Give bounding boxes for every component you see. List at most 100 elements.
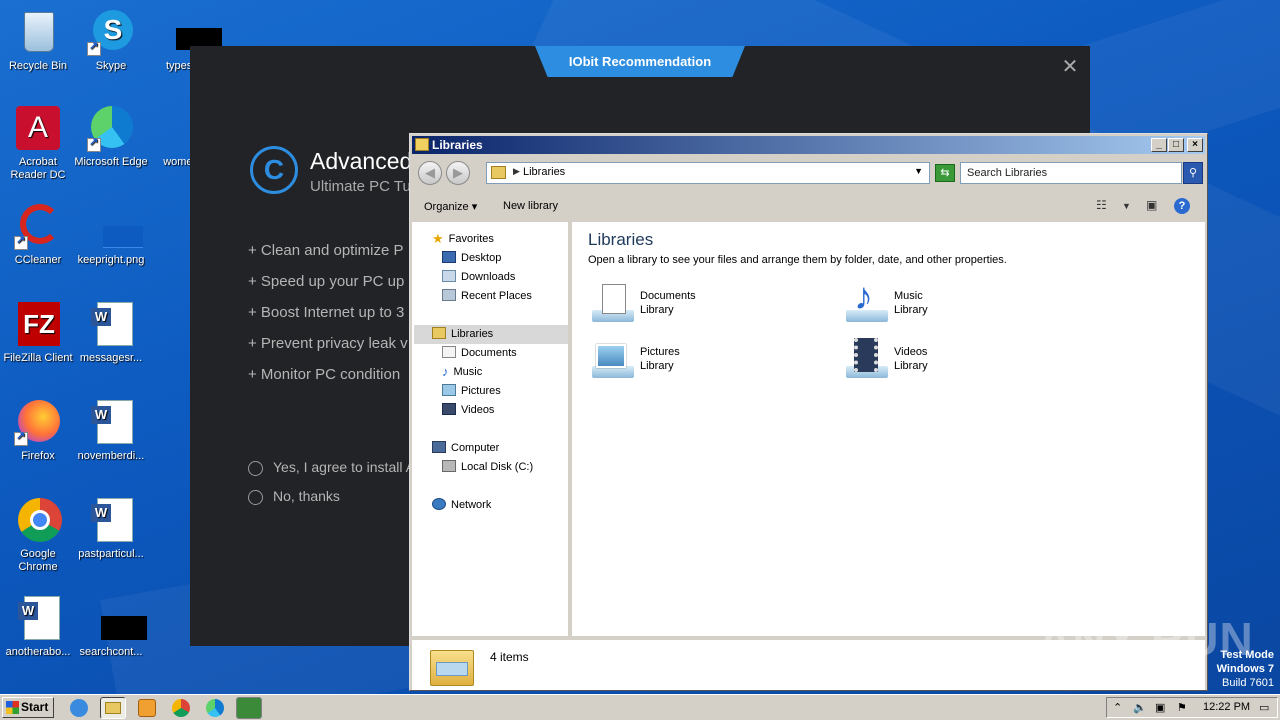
volume-icon[interactable]: 🔈 — [1133, 701, 1147, 714]
word-document-icon: W — [87, 300, 135, 348]
desktop-icon-firefox[interactable]: Firefox — [0, 398, 76, 463]
library-name: Music — [894, 290, 923, 302]
start-button[interactable]: Start — [2, 697, 54, 718]
internet-explorer-icon[interactable] — [70, 699, 88, 717]
window-titlebar[interactable]: Libraries _ □ × — [412, 136, 1205, 154]
pictures-icon — [442, 384, 456, 397]
desktop-icon-label: Microsoft Edge — [74, 156, 148, 168]
nav-item-documents[interactable]: Documents — [442, 344, 517, 363]
desktop-icon-edge[interactable]: Microsoft Edge — [73, 104, 149, 169]
explorer-taskbar-button[interactable] — [100, 697, 126, 719]
clock[interactable]: 12:22 PM — [1203, 701, 1250, 713]
show-desktop-icon[interactable]: ▭ — [1259, 701, 1269, 714]
minimize-button[interactable]: _ — [1151, 138, 1167, 152]
preview-pane-icon[interactable]: ▣ — [1146, 198, 1157, 214]
maximize-button[interactable]: □ — [1168, 138, 1184, 152]
library-documents[interactable]: Documents Library — [588, 282, 818, 328]
address-bar[interactable]: ▶ Libraries ▼ — [486, 162, 930, 184]
chrome-icon[interactable] — [172, 699, 190, 717]
close-button[interactable]: × — [1187, 138, 1203, 152]
library-pictures[interactable]: Pictures Library — [588, 338, 818, 384]
installer-taskbar-button[interactable] — [236, 697, 262, 719]
nav-item-videos[interactable]: Videos — [442, 401, 494, 420]
word-document-icon: W — [87, 398, 135, 446]
pictures-library-icon — [588, 338, 634, 382]
desktop-icon-ccleaner[interactable]: CCleaner — [0, 202, 76, 267]
media-player-icon[interactable] — [138, 699, 156, 717]
dialog-title: IObit Recommendation — [535, 46, 745, 77]
nav-item-music[interactable]: ♪ Music — [442, 363, 482, 382]
advanced-systemcare-logo-icon: C — [250, 146, 298, 194]
edge-icon[interactable] — [206, 699, 224, 717]
libraries-folder-icon — [415, 138, 429, 151]
flag-icon[interactable]: ⚑ — [1177, 701, 1187, 714]
breadcrumb-arrow-icon[interactable]: ▶ — [513, 166, 520, 177]
chevron-up-icon[interactable]: ⌃ — [1113, 701, 1122, 714]
search-input[interactable]: Search Libraries — [960, 162, 1182, 184]
search-icon[interactable]: ⚲ — [1183, 162, 1203, 184]
ccleaner-icon — [14, 202, 62, 250]
test-mode-line: Test Mode — [1220, 649, 1274, 661]
desktop-icon-keepright[interactable]: keepright.png — [73, 202, 149, 267]
nav-item-pictures[interactable]: Pictures — [442, 382, 501, 401]
nav-label: Videos — [461, 404, 495, 416]
nav-item-desktop[interactable]: Desktop — [442, 249, 501, 268]
radio-button[interactable] — [248, 489, 263, 505]
desktop-icon-skype[interactable]: S Skype — [73, 8, 149, 73]
desktop-icon-messagesr[interactable]: W messagesr... — [73, 300, 149, 365]
network-icon — [432, 498, 446, 511]
image-file-icon — [87, 202, 143, 250]
nav-item-libraries[interactable]: Libraries — [414, 325, 568, 344]
desktop-icon-novemberdi[interactable]: W novemberdi... — [73, 398, 149, 463]
refresh-button[interactable]: ⇆ — [935, 164, 955, 182]
nav-item-downloads[interactable]: Downloads — [442, 268, 515, 287]
drive-icon — [442, 460, 456, 473]
desktop-icon-filezilla[interactable]: FZ FileZilla Client — [0, 300, 76, 365]
build-line: Build 7601 — [1222, 677, 1274, 689]
organize-button[interactable]: Organize ▾ — [424, 200, 477, 213]
radio-button[interactable] — [248, 460, 263, 476]
nav-item-network[interactable]: Network — [432, 496, 491, 515]
desktop-icon-recycle-bin[interactable]: Recycle Bin — [0, 8, 76, 73]
library-music[interactable]: ♪ Music Library — [842, 276, 1072, 328]
desktop-icon-acrobat[interactable]: A Acrobat Reader DC — [0, 104, 76, 182]
forward-button[interactable]: ▶ — [446, 161, 470, 185]
desktop-icon-anotherabo[interactable]: W anotherabo... — [0, 594, 76, 659]
nav-item-local-disk[interactable]: Local Disk (C:) — [442, 458, 533, 477]
edge-icon — [87, 104, 135, 152]
back-button[interactable]: ◀ — [418, 161, 442, 185]
desktop-icon-chrome[interactable]: Google Chrome — [0, 496, 76, 574]
system-tray: ⌃ 🔈 ▣ ⚑ 12:22 PM ▭ — [1106, 697, 1278, 718]
test-mode-notice: Test Mode Windows 7 Build 7601 — [1217, 648, 1274, 690]
nav-item-computer[interactable]: Computer — [432, 439, 499, 458]
view-options-icon[interactable]: ☷ — [1096, 198, 1107, 214]
desktop-icon-pastparticul[interactable]: W pastparticul... — [73, 496, 149, 561]
agree-install-option[interactable]: Yes, I agree to install A — [248, 459, 415, 476]
no-thanks-option[interactable]: No, thanks — [248, 488, 340, 505]
desktop-icon-label: Recycle Bin — [8, 60, 68, 72]
feature-item: + Prevent privacy leak v — [248, 335, 408, 352]
windows-logo-icon — [6, 701, 19, 714]
taskbar: Start ⌃ 🔈 ▣ ⚑ 12:22 PM ▭ — [0, 694, 1280, 720]
breadcrumb[interactable]: Libraries — [523, 166, 565, 178]
help-icon[interactable]: ? — [1174, 198, 1190, 214]
new-library-button[interactable]: New library — [503, 200, 558, 212]
library-videos[interactable]: Videos Library — [842, 338, 1072, 384]
windows-version-line: Windows 7 — [1216, 663, 1274, 675]
feature-item: + Monitor PC condition — [248, 366, 401, 383]
desktop-icon-label: anotherabo... — [5, 646, 71, 658]
network-tray-icon[interactable]: ▣ — [1155, 701, 1165, 714]
nav-item-favorites[interactable]: ★ Favorites — [432, 230, 494, 249]
library-name: Videos — [894, 346, 928, 358]
chevron-down-icon[interactable]: ▼ — [914, 166, 923, 176]
filezilla-icon: FZ — [14, 300, 62, 348]
desktop-icon-label: CCleaner — [14, 254, 62, 266]
desktop-icon-label: keepright.png — [77, 254, 145, 266]
option-label: Yes, I agree to install A — [273, 459, 415, 475]
nav-item-recent-places[interactable]: Recent Places — [442, 287, 532, 306]
chevron-down-icon[interactable]: ▼ — [1122, 201, 1131, 217]
nav-label: Downloads — [461, 271, 516, 283]
close-icon[interactable]: ✕ — [1060, 54, 1080, 79]
desktop-icon-searchcont[interactable]: searchcont... — [73, 594, 149, 659]
command-bar: Organize ▾ New library ☷ ▼ ▣ ? — [412, 192, 1205, 222]
